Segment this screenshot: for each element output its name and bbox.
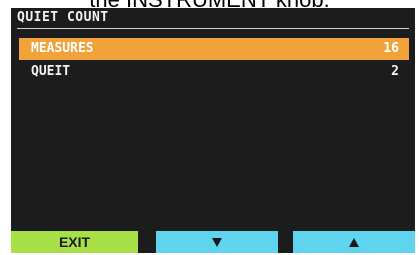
up-button[interactable] bbox=[293, 231, 415, 253]
title-divider bbox=[17, 28, 409, 29]
list-item-queit[interactable]: QUEIT 2 bbox=[19, 61, 409, 83]
list-item-measures[interactable]: MEASURES 16 bbox=[19, 38, 409, 60]
up-triangle-icon bbox=[349, 238, 359, 247]
device-screen: QUIET COUNT MEASURES 16 QUEIT 2 EXIT bbox=[11, 8, 415, 253]
softkey-bar: EXIT bbox=[11, 231, 415, 253]
settings-list: MEASURES 16 QUEIT 2 bbox=[19, 38, 409, 84]
down-triangle-icon bbox=[212, 238, 222, 247]
list-item-label: MEASURES bbox=[31, 41, 94, 56]
screen-title: QUIET COUNT bbox=[17, 10, 109, 25]
list-item-value: 2 bbox=[391, 64, 399, 79]
exit-button[interactable]: EXIT bbox=[11, 231, 138, 253]
list-item-label: QUEIT bbox=[31, 64, 71, 79]
list-item-value: 16 bbox=[383, 41, 399, 56]
down-button[interactable] bbox=[156, 231, 278, 253]
